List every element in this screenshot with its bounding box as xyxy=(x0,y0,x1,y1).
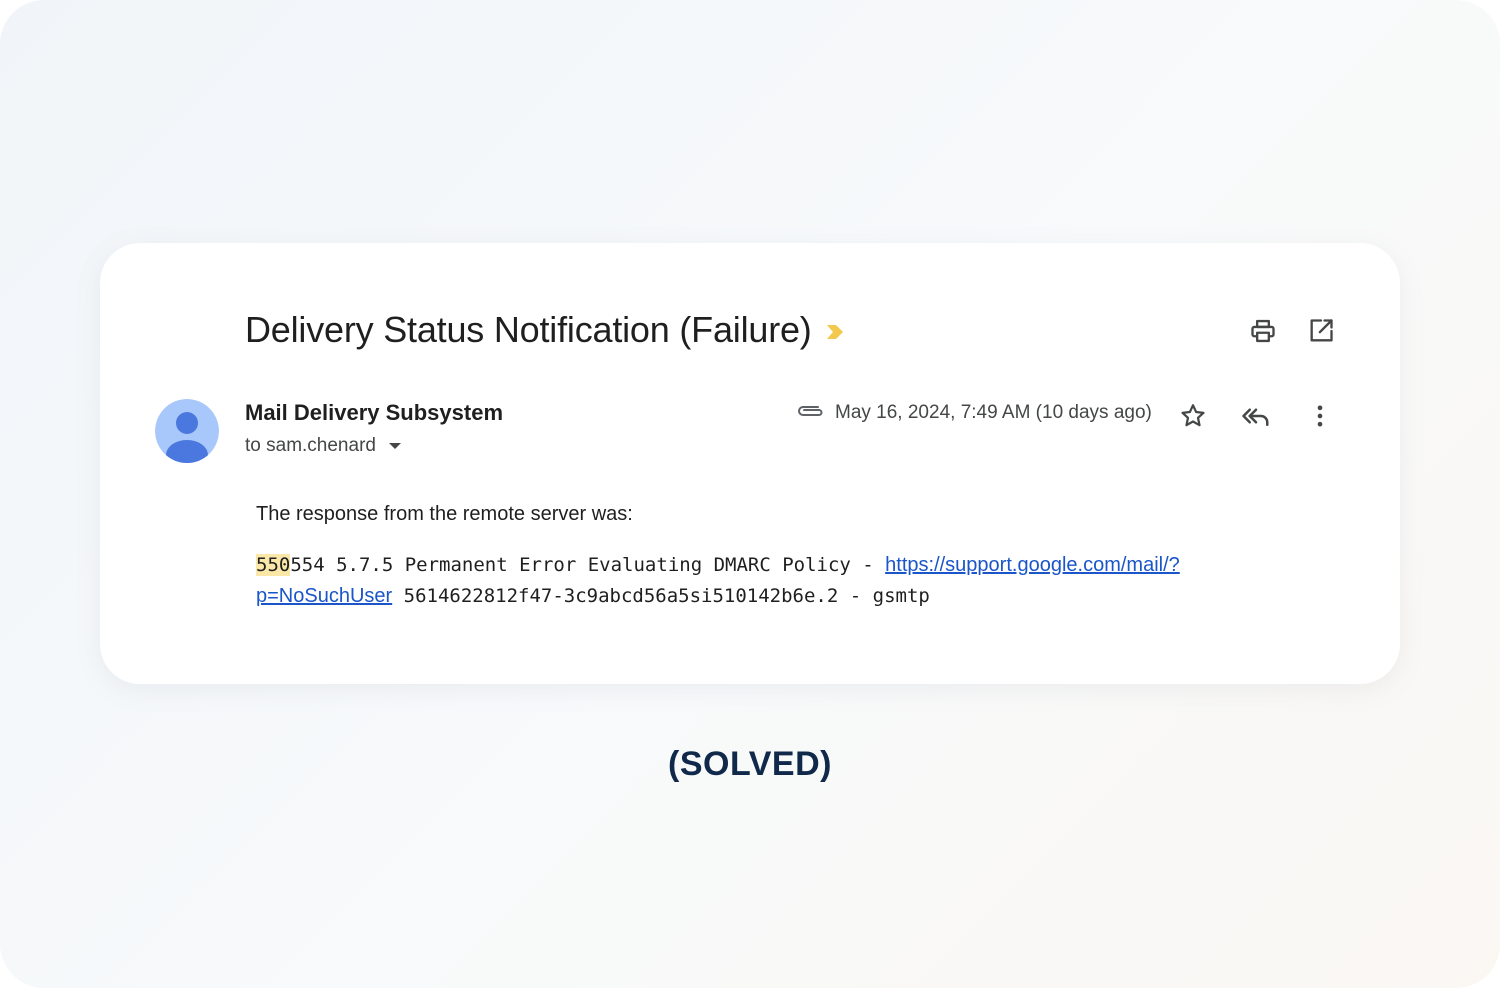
email-card: Delivery Status Notification (Failure) M… xyxy=(100,243,1400,684)
email-date: May 16, 2024, 7:49 AM (10 days ago) xyxy=(835,402,1152,423)
error-code-tail: 5614622812f47-3c9abcd56a5si510142b6e.2 -… xyxy=(392,585,930,607)
star-outline-icon xyxy=(1181,404,1205,427)
attachment-clip-icon xyxy=(798,406,823,416)
print-button[interactable] xyxy=(1245,313,1281,349)
error-code-text: 554 5.7.5 Permanent Error Evaluating DMA… xyxy=(290,554,886,576)
more-vertical-icon xyxy=(1317,405,1323,427)
more-options-button[interactable] xyxy=(1302,398,1338,434)
email-subject: Delivery Status Notification (Failure) xyxy=(245,309,812,350)
sender-avatar[interactable] xyxy=(155,399,219,463)
open-in-new-window-button[interactable] xyxy=(1303,313,1339,349)
recipient-text: to sam.chenard xyxy=(245,435,376,456)
email-body-error: 550554 5.7.5 Permanent Error Evaluating … xyxy=(256,550,1266,612)
caret-down-icon xyxy=(388,443,401,449)
email-body-intro: The response from the remote server was: xyxy=(256,503,633,525)
star-button[interactable] xyxy=(1175,398,1211,434)
printer-icon xyxy=(1251,319,1275,343)
importance-marker-icon[interactable] xyxy=(824,321,846,343)
search-highlight: 550 xyxy=(256,554,291,576)
reply-all-icon xyxy=(1242,408,1269,426)
reply-all-button[interactable] xyxy=(1238,398,1274,434)
open-in-new-window-icon xyxy=(1310,319,1333,342)
sender-name: Mail Delivery Subsystem xyxy=(245,400,504,425)
solved-caption: (SOLVED) xyxy=(668,745,832,783)
page-background: Delivery Status Notification (Failure) M… xyxy=(0,0,1500,988)
default-avatar-icon xyxy=(155,399,219,463)
recipient-details-toggle[interactable]: to sam.chenard xyxy=(245,435,406,457)
